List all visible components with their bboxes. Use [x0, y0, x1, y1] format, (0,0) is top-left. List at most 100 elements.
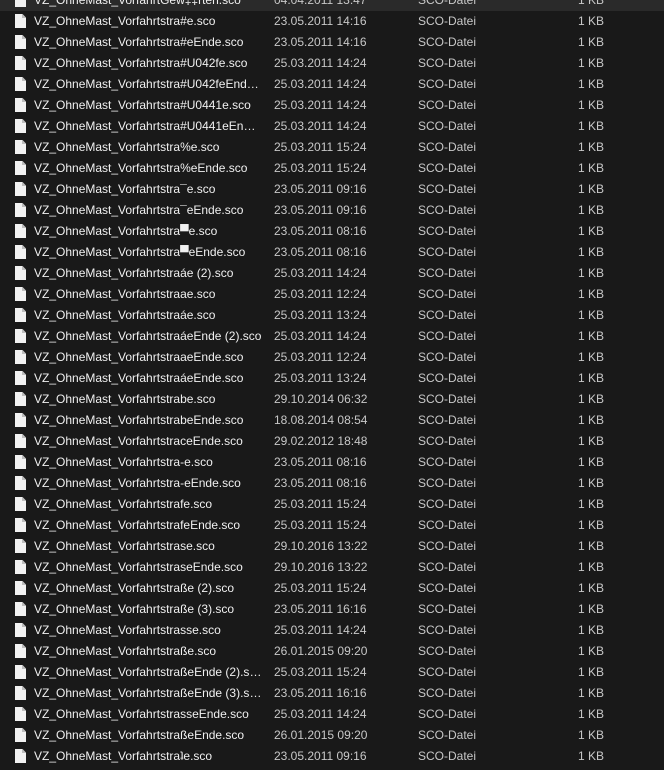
- file-row[interactable]: VZ_OhneMast_Vorfahrtstra#U0441eEnde.... 2…: [0, 116, 664, 137]
- file-row[interactable]: VZ_OhneMast_Vorfahrtstra%e.sco 25.03.2011…: [0, 137, 664, 158]
- file-date-modified: 23.05.2011 08:16: [274, 245, 367, 259]
- file-icon: [15, 182, 26, 196]
- file-row[interactable]: VZ_OhneMast_Vorfahrtstrasse.sco 25.03.201…: [0, 620, 664, 641]
- file-icon: [15, 623, 26, 637]
- file-row[interactable]: VZ_OhneMast_VorfahrtstraceEnde.sco 29.02.…: [0, 431, 664, 452]
- file-row[interactable]: VZ_OhneMast_Vorfahrtstra¯eEnde.sco 23.05.…: [0, 200, 664, 221]
- file-size: 1 KB: [577, 98, 604, 112]
- file-name: VZ_OhneMast_Vorfahrtstrabe.sco: [34, 392, 216, 406]
- file-row[interactable]: VZ_OhneMast_Vorfahrtstra#U042feEnde.s...…: [0, 74, 664, 95]
- file-date-modified: 23.05.2011 09:16: [274, 182, 367, 196]
- file-size: 1 KB: [577, 371, 604, 385]
- file-row[interactable]: VZ_OhneMast_VorfahrtstraßeEnde.sco 26.01.…: [0, 725, 664, 746]
- file-name: VZ_OhneMast_Vorfahrtstra#e.sco: [34, 14, 216, 28]
- file-row[interactable]: VZ_OhneMast_Vorfahrtstra%eEnde.sco 25.03.…: [0, 158, 664, 179]
- file-size: 1 KB: [577, 581, 604, 595]
- file-row[interactable]: VZ_OhneMast_Vorfahrtstraáe.sco 25.03.2011…: [0, 305, 664, 326]
- file-icon: [15, 35, 26, 49]
- file-name: VZ_OhneMast_Vorfahrtstra#U042fe.sco: [34, 56, 248, 70]
- file-date-modified: 25.03.2011 12:24: [274, 287, 367, 301]
- file-size: 1 KB: [577, 707, 604, 721]
- file-row[interactable]: VZ_OhneMast_Vorfahrtstrase.sco 29.10.2016…: [0, 536, 664, 557]
- file-icon: [15, 77, 26, 91]
- file-size: 1 KB: [577, 266, 604, 280]
- file-size: 1 KB: [577, 0, 604, 7]
- file-date-modified: 25.03.2011 14:24: [274, 119, 367, 133]
- file-name: VZ_OhneMast_Vorfahrtstra¯eEnde.sco: [34, 203, 244, 217]
- file-row[interactable]: VZ_OhneMast_VorfahrtstraßeEnde (2).sco 25…: [0, 662, 664, 683]
- file-date-modified: 23.05.2011 14:16: [274, 35, 367, 49]
- file-icon: [15, 287, 26, 301]
- file-name: VZ_OhneMast_Vorfahrtstraae.sco: [34, 287, 216, 301]
- file-icon: [15, 329, 26, 343]
- file-row[interactable]: VZ_OhneMast_VorfahrtstrafeEnde.sco 25.03.…: [0, 515, 664, 536]
- file-row[interactable]: VZ_OhneMast_Vorfahrtstra#eEnde.sco 23.05.…: [0, 32, 664, 53]
- file-row[interactable]: VZ_OhneMast_VorfahrtstrabeEnde.sco 18.08.…: [0, 410, 664, 431]
- file-row[interactable]: VZ_OhneMast_Vorfahrtstra#U0441e.sco 25.03…: [0, 95, 664, 116]
- file-row[interactable]: VZ_OhneMast_VorfahrtstraseEnde.sco 29.10.…: [0, 557, 664, 578]
- file-row[interactable]: VZ_OhneMast_VorfahrtGew‡‡rten.sco 04.04.2…: [0, 0, 664, 11]
- file-icon: [15, 455, 26, 469]
- file-date-modified: 25.03.2011 14:24: [274, 266, 367, 280]
- file-size: 1 KB: [577, 308, 604, 322]
- file-date-modified: 26.01.2015 09:20: [274, 728, 368, 742]
- file-row[interactable]: VZ_OhneMast_Vorfahrtstrafe.sco 25.03.2011…: [0, 494, 664, 515]
- file-row[interactable]: VZ_OhneMast_Vorfahrtstraáe (2).sco 25.03.…: [0, 263, 664, 284]
- file-icon: [15, 308, 26, 322]
- file-name: VZ_OhneMast_VorfahrtstrasseEnde.sco: [34, 707, 249, 721]
- file-date-modified: 04.04.2011 13:47: [274, 0, 367, 7]
- file-name: VZ_OhneMast_Vorfahrtstra#U0441eEnde....: [34, 119, 262, 133]
- file-row[interactable]: VZ_OhneMast_VorfahrtstraáeEnde.sco 25.03.…: [0, 368, 664, 389]
- file-icon: [15, 686, 26, 700]
- file-name: VZ_OhneMast_Vorfahrtstra-e.sco: [34, 455, 213, 469]
- file-date-modified: 26.01.2015 09:20: [274, 644, 368, 658]
- file-size: 1 KB: [577, 728, 604, 742]
- file-icon: [15, 749, 26, 763]
- file-row[interactable]: VZ_OhneMast_Vorfahrtstrabe.sco 29.10.2014…: [0, 389, 664, 410]
- file-row[interactable]: VZ_OhneMast_Vorfahrtstra#e.sco 23.05.2011…: [0, 11, 664, 32]
- file-icon: [15, 56, 26, 70]
- file-row[interactable]: VZ_OhneMast_VorfahrtstraßeEnde (3).sco 23…: [0, 683, 664, 704]
- file-size: 1 KB: [577, 392, 604, 406]
- file-date-modified: 23.05.2011 08:16: [274, 476, 367, 490]
- file-name: VZ_OhneMast_Vorfahrtstraße.sco: [34, 644, 217, 658]
- file-size: 1 KB: [577, 686, 604, 700]
- file-size: 1 KB: [577, 329, 604, 343]
- file-size: 1 KB: [577, 350, 604, 364]
- file-row[interactable]: VZ_OhneMast_Vorfahrtstraße (3).sco 23.05.…: [0, 599, 664, 620]
- file-row[interactable]: VZ_OhneMast_Vorfahrtstra▀e.sco 23.05.2011…: [0, 221, 664, 242]
- file-size: 1 KB: [577, 497, 604, 511]
- file-row[interactable]: VZ_OhneMast_VorfahrtstrasseEnde.sco 25.03…: [0, 704, 664, 725]
- file-row[interactable]: VZ_OhneMast_Vorfahrtstra¯e.sco 23.05.2011…: [0, 179, 664, 200]
- file-icon: [15, 728, 26, 742]
- file-date-modified: 25.03.2011 15:24: [274, 161, 367, 175]
- file-icon: [15, 497, 26, 511]
- file-row[interactable]: VZ_OhneMast_Vorfahrtstraße (2).sco 25.03.…: [0, 578, 664, 599]
- file-icon: [15, 644, 26, 658]
- file-row[interactable]: VZ_OhneMast_Vorfahrtstraße.sco 26.01.2015…: [0, 641, 664, 662]
- file-row[interactable]: VZ_OhneMast_VorfahrtstraáeEnde (2).sco 25…: [0, 326, 664, 347]
- file-date-modified: 25.03.2011 13:24: [274, 371, 367, 385]
- file-size: 1 KB: [577, 119, 604, 133]
- file-name: VZ_OhneMast_VorfahrtGew‡‡rten.sco: [34, 0, 241, 7]
- file-row[interactable]: VZ_OhneMast_Vorfahrtstra▀eEnde.sco 23.05.…: [0, 242, 664, 263]
- file-date-modified: 23.05.2011 09:16: [274, 749, 367, 763]
- file-row[interactable]: VZ_OhneMast_Vorfahrtstraae.sco 25.03.2011…: [0, 284, 664, 305]
- file-date-modified: 25.03.2011 14:24: [274, 56, 367, 70]
- file-size: 1 KB: [577, 77, 604, 91]
- file-row[interactable]: VZ_OhneMast_Vorfahrtstra#U042fe.sco 25.03…: [0, 53, 664, 74]
- file-row[interactable]: VZ_OhneMast_Vorfahrtstra-eEnde.sco 23.05.…: [0, 473, 664, 494]
- file-date-modified: 25.03.2011 15:24: [274, 581, 367, 595]
- file-row[interactable]: VZ_OhneMast_Vorfahrtstra-e.sco 23.05.2011…: [0, 452, 664, 473]
- file-row[interactable]: VZ_OhneMast_Vorfahrtstraʇe.sco 23.05.2011…: [0, 746, 664, 767]
- file-size: 1 KB: [577, 539, 604, 553]
- file-date-modified: 25.03.2011 15:24: [274, 518, 367, 532]
- file-row[interactable]: VZ_OhneMast_VorfahrtstraaeEnde.sco 25.03.…: [0, 347, 664, 368]
- file-icon: [15, 14, 26, 28]
- file-date-modified: 25.03.2011 14:24: [274, 707, 367, 721]
- file-size: 1 KB: [577, 140, 604, 154]
- file-date-modified: 25.03.2011 15:24: [274, 140, 367, 154]
- file-icon: [15, 0, 26, 7]
- file-size: 1 KB: [577, 665, 604, 679]
- file-icon: [15, 203, 26, 217]
